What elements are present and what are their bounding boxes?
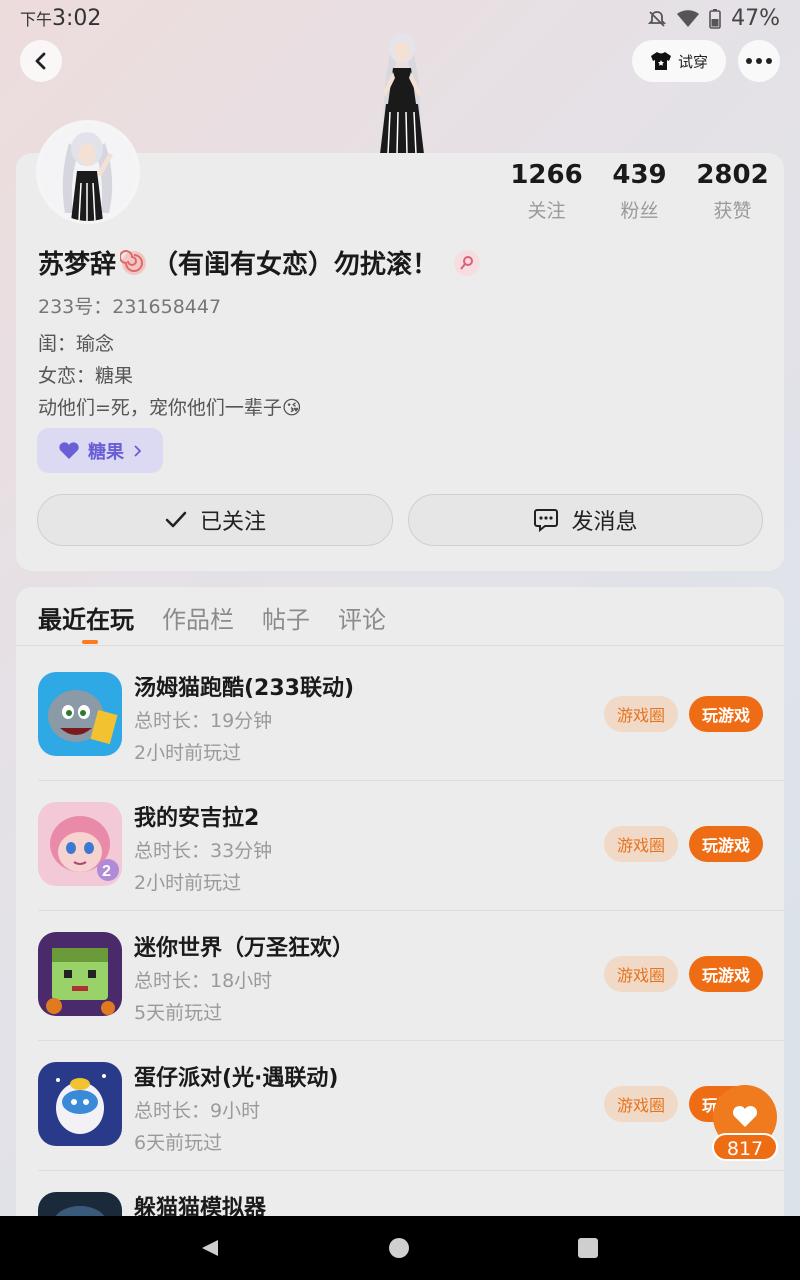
battery-icon	[709, 8, 721, 29]
shirt-icon	[650, 52, 671, 70]
game-last-played: 2小时前玩过	[134, 872, 242, 894]
stat-value: 439	[612, 160, 667, 190]
stat-label: 关注	[527, 200, 566, 222]
system-nav-bar	[0, 1216, 800, 1280]
send-message-button[interactable]: 发消息	[408, 494, 763, 546]
profile-stats: 1266 关注 439 粉丝 2802 获赞	[500, 160, 780, 223]
nav-home-icon[interactable]	[389, 1238, 409, 1258]
tom-cat-icon	[38, 672, 122, 756]
game-last-played: 6天前玩过	[134, 1132, 223, 1154]
stat-value: 1266	[510, 160, 583, 190]
eggy-party-icon	[38, 1062, 122, 1146]
game-title: 汤姆猫跑酷(233联动)	[134, 676, 355, 701]
chevron-left-icon	[35, 52, 46, 70]
send-message-label: 发消息	[571, 510, 638, 535]
game-title: 蛋仔派对(光·遇联动)	[134, 1066, 339, 1091]
more-dots-icon	[746, 58, 772, 64]
lollipop-icon	[120, 249, 147, 275]
game-duration: 总时长：19分钟	[134, 710, 273, 732]
game-circle-button[interactable]: 游戏圈	[604, 696, 678, 732]
angela-icon: 2	[38, 802, 122, 886]
stat-label: 粉丝	[620, 200, 659, 222]
game-circle-button[interactable]: 游戏圈	[604, 826, 678, 862]
row-divider	[38, 910, 784, 911]
list-item[interactable]: 汤姆猫跑酷(233联动) 总时长：19分钟 2小时前玩过 游戏圈 玩游戏	[38, 672, 784, 802]
bio-line: 女恋：糖果	[38, 365, 134, 387]
chevron-right-icon	[134, 444, 142, 457]
game-last-played: 2小时前玩过	[134, 742, 242, 764]
game-duration: 总时长：18小时	[134, 970, 273, 992]
tab-posts[interactable]: 帖子	[262, 600, 310, 635]
status-ampm: 下午	[20, 10, 53, 29]
bio-line: 闺：瑜念	[38, 333, 115, 355]
profile-tabs: 最近在玩 作品栏 帖子 评论	[38, 600, 386, 635]
back-button[interactable]	[20, 40, 62, 82]
bio-line: 动他们=死，宠你他们一辈子😘	[38, 397, 302, 419]
stat-following[interactable]: 1266 关注	[500, 160, 593, 223]
stat-value: 2802	[696, 160, 769, 190]
try-on-label: 试穿	[677, 52, 708, 71]
mini-world-icon	[38, 932, 122, 1016]
bio: 闺：瑜念 女恋：糖果 动他们=死，宠你他们一辈子😘	[38, 328, 302, 424]
nickname-part2: （有闺有女恋）勿扰滚！	[152, 250, 439, 280]
status-icons: 47%	[647, 6, 780, 31]
ribbon-badge-icon[interactable]	[454, 249, 481, 276]
check-icon	[165, 511, 187, 528]
stat-followers[interactable]: 439 粉丝	[593, 160, 686, 223]
tab-comments[interactable]: 评论	[338, 600, 386, 635]
nav-back-icon[interactable]	[200, 1238, 220, 1258]
status-clock: 3:02	[52, 6, 102, 31]
relation-tag-chip[interactable]: 糖果	[37, 428, 163, 473]
list-item[interactable]: 迷你世界（万圣狂欢） 总时长：18小时 5天前玩过 游戏圈 玩游戏	[38, 932, 784, 1062]
row-divider	[38, 1040, 784, 1041]
like-count-badge: 817	[712, 1133, 778, 1161]
game-last-played: 5天前玩过	[134, 1002, 223, 1024]
heart-icon	[59, 441, 79, 459]
nickname-part1: 苏梦辞	[38, 250, 117, 280]
chat-bubble-icon	[534, 509, 559, 532]
avatar-figure	[380, 33, 424, 154]
tab-works[interactable]: 作品栏	[162, 600, 234, 635]
avatar[interactable]	[36, 120, 140, 224]
tabs-divider	[16, 645, 784, 646]
nav-recents-icon[interactable]	[578, 1238, 598, 1258]
row-divider	[38, 780, 784, 781]
row-divider	[38, 1170, 784, 1171]
mute-icon	[647, 9, 667, 29]
game-duration: 总时长：33分钟	[134, 840, 273, 862]
more-button[interactable]	[738, 40, 780, 82]
avatar-image	[39, 123, 137, 221]
stat-likes[interactable]: 2802 获赞	[686, 160, 779, 223]
heart-icon	[732, 1105, 758, 1127]
play-game-button[interactable]: 玩游戏	[689, 956, 763, 992]
game-circle-button[interactable]: 游戏圈	[604, 1086, 678, 1122]
relation-tag-label: 糖果	[88, 441, 124, 463]
svg-text:2: 2	[102, 863, 111, 880]
wifi-icon	[677, 9, 700, 28]
game-circle-button[interactable]: 游戏圈	[604, 956, 678, 992]
game-duration: 总时长：9小时	[134, 1100, 261, 1122]
battery-percent: 47%	[731, 6, 780, 31]
try-on-button[interactable]: 试穿	[632, 40, 726, 82]
following-label: 已关注	[199, 510, 266, 535]
play-game-button[interactable]: 玩游戏	[689, 826, 763, 862]
nickname-row: 苏梦辞 （有闺有女恋）勿扰滚！	[38, 244, 481, 281]
tab-recently-played[interactable]: 最近在玩	[38, 600, 134, 635]
list-item[interactable]: 蛋仔派对(光·遇联动) 总时长：9小时 6天前玩过 游戏圈 玩游戏	[38, 1062, 784, 1192]
stat-label: 获赞	[713, 200, 752, 222]
list-item[interactable]: 2 我的安吉拉2 总时长：33分钟 2小时前玩过 游戏圈 玩游戏	[38, 802, 784, 932]
user-id: 233号：231658447	[38, 296, 222, 318]
status-time: 下午3:02	[20, 6, 101, 31]
play-game-button[interactable]: 玩游戏	[689, 696, 763, 732]
active-tab-indicator	[82, 640, 98, 644]
game-title: 迷你世界（万圣狂欢）	[134, 936, 355, 961]
status-bar: 下午3:02 47%	[0, 0, 800, 36]
following-button[interactable]: 已关注	[37, 494, 393, 546]
list-item[interactable]: 躲猫猫模拟器	[38, 1192, 784, 1216]
game-title: 躲猫猫模拟器	[134, 1196, 267, 1216]
game-title: 我的安吉拉2	[134, 806, 260, 831]
hide-seek-icon	[38, 1192, 122, 1216]
